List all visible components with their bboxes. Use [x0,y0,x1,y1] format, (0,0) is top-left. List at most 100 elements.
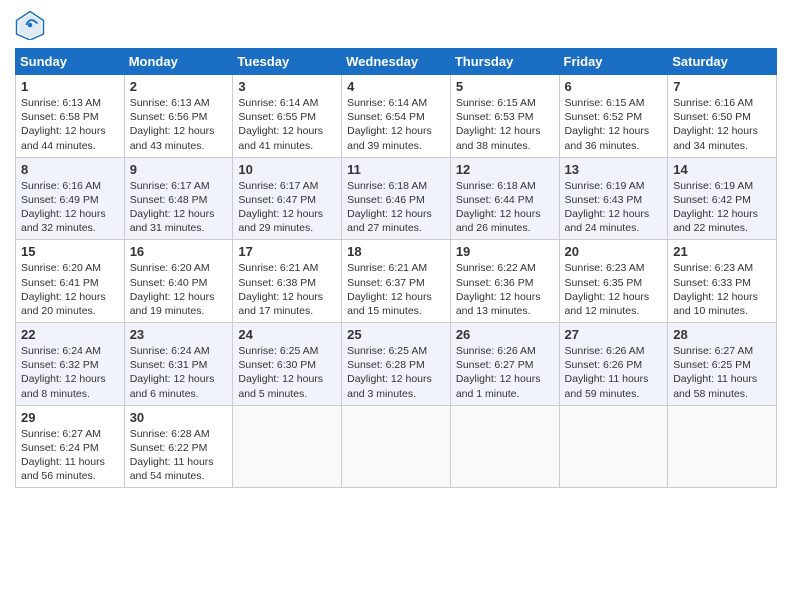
sunset-label: Sunset: 6:35 PM [565,277,643,289]
day-number: 6 [565,79,663,94]
day-number: 13 [565,162,663,177]
day-number: 3 [238,79,336,94]
daylight-label: Daylight: 12 hours and 3 minutes. [347,373,432,399]
logo-icon [15,10,45,40]
daylight-label: Daylight: 12 hours and 10 minutes. [673,291,758,317]
day-info: Sunrise: 6:20 AM Sunset: 6:41 PM Dayligh… [21,261,119,318]
sunrise-label: Sunrise: 6:14 AM [347,97,427,109]
day-info: Sunrise: 6:23 AM Sunset: 6:33 PM Dayligh… [673,261,771,318]
day-info: Sunrise: 6:13 AM Sunset: 6:58 PM Dayligh… [21,96,119,153]
day-number: 24 [238,327,336,342]
calendar-cell: 26 Sunrise: 6:26 AM Sunset: 6:27 PM Dayl… [450,323,559,406]
calendar-cell: 1 Sunrise: 6:13 AM Sunset: 6:58 PM Dayli… [16,75,125,158]
sunset-label: Sunset: 6:30 PM [238,359,316,371]
sunset-label: Sunset: 6:32 PM [21,359,99,371]
day-info: Sunrise: 6:27 AM Sunset: 6:24 PM Dayligh… [21,427,119,484]
day-info: Sunrise: 6:16 AM Sunset: 6:50 PM Dayligh… [673,96,771,153]
sunrise-label: Sunrise: 6:27 AM [21,428,101,440]
sunrise-label: Sunrise: 6:17 AM [130,180,210,192]
calendar-cell: 19 Sunrise: 6:22 AM Sunset: 6:36 PM Dayl… [450,240,559,323]
weekday-saturday: Saturday [668,49,777,75]
sunset-label: Sunset: 6:50 PM [673,111,751,123]
page-container: SundayMondayTuesdayWednesdayThursdayFrid… [0,0,792,493]
sunset-label: Sunset: 6:58 PM [21,111,99,123]
sunset-label: Sunset: 6:36 PM [456,277,534,289]
weekday-sunday: Sunday [16,49,125,75]
sunrise-label: Sunrise: 6:20 AM [21,262,101,274]
sunrise-label: Sunrise: 6:20 AM [130,262,210,274]
sunset-label: Sunset: 6:37 PM [347,277,425,289]
sunset-label: Sunset: 6:53 PM [456,111,534,123]
sunset-label: Sunset: 6:49 PM [21,194,99,206]
day-number: 4 [347,79,445,94]
day-info: Sunrise: 6:19 AM Sunset: 6:42 PM Dayligh… [673,179,771,236]
calendar-cell: 24 Sunrise: 6:25 AM Sunset: 6:30 PM Dayl… [233,323,342,406]
sunset-label: Sunset: 6:46 PM [347,194,425,206]
sunset-label: Sunset: 6:24 PM [21,442,99,454]
day-info: Sunrise: 6:20 AM Sunset: 6:40 PM Dayligh… [130,261,228,318]
daylight-label: Daylight: 12 hours and 29 minutes. [238,208,323,234]
sunset-label: Sunset: 6:55 PM [238,111,316,123]
calendar-cell: 18 Sunrise: 6:21 AM Sunset: 6:37 PM Dayl… [342,240,451,323]
daylight-label: Daylight: 12 hours and 8 minutes. [21,373,106,399]
calendar-cell: 7 Sunrise: 6:16 AM Sunset: 6:50 PM Dayli… [668,75,777,158]
daylight-label: Daylight: 12 hours and 15 minutes. [347,291,432,317]
day-info: Sunrise: 6:26 AM Sunset: 6:27 PM Dayligh… [456,344,554,401]
daylight-label: Daylight: 12 hours and 44 minutes. [21,125,106,151]
sunset-label: Sunset: 6:48 PM [130,194,208,206]
weekday-thursday: Thursday [450,49,559,75]
calendar-cell: 25 Sunrise: 6:25 AM Sunset: 6:28 PM Dayl… [342,323,451,406]
day-number: 5 [456,79,554,94]
sunrise-label: Sunrise: 6:16 AM [673,97,753,109]
sunrise-label: Sunrise: 6:18 AM [456,180,536,192]
day-info: Sunrise: 6:14 AM Sunset: 6:54 PM Dayligh… [347,96,445,153]
day-info: Sunrise: 6:26 AM Sunset: 6:26 PM Dayligh… [565,344,663,401]
day-info: Sunrise: 6:19 AM Sunset: 6:43 PM Dayligh… [565,179,663,236]
sunrise-label: Sunrise: 6:13 AM [21,97,101,109]
calendar-cell [342,405,451,488]
weekday-header-row: SundayMondayTuesdayWednesdayThursdayFrid… [16,49,777,75]
daylight-label: Daylight: 11 hours and 58 minutes. [673,373,757,399]
day-number: 9 [130,162,228,177]
daylight-label: Daylight: 12 hours and 34 minutes. [673,125,758,151]
day-info: Sunrise: 6:25 AM Sunset: 6:30 PM Dayligh… [238,344,336,401]
sunrise-label: Sunrise: 6:21 AM [347,262,427,274]
day-number: 20 [565,244,663,259]
calendar-cell: 5 Sunrise: 6:15 AM Sunset: 6:53 PM Dayli… [450,75,559,158]
header [15,10,777,40]
day-number: 12 [456,162,554,177]
calendar-cell: 17 Sunrise: 6:21 AM Sunset: 6:38 PM Dayl… [233,240,342,323]
day-number: 2 [130,79,228,94]
sunrise-label: Sunrise: 6:19 AM [565,180,645,192]
calendar-week-2: 8 Sunrise: 6:16 AM Sunset: 6:49 PM Dayli… [16,157,777,240]
sunrise-label: Sunrise: 6:18 AM [347,180,427,192]
daylight-label: Daylight: 12 hours and 6 minutes. [130,373,215,399]
weekday-monday: Monday [124,49,233,75]
sunrise-label: Sunrise: 6:26 AM [565,345,645,357]
daylight-label: Daylight: 12 hours and 26 minutes. [456,208,541,234]
daylight-label: Daylight: 12 hours and 43 minutes. [130,125,215,151]
calendar-cell: 11 Sunrise: 6:18 AM Sunset: 6:46 PM Dayl… [342,157,451,240]
sunrise-label: Sunrise: 6:21 AM [238,262,318,274]
day-number: 14 [673,162,771,177]
calendar-week-5: 29 Sunrise: 6:27 AM Sunset: 6:24 PM Dayl… [16,405,777,488]
day-number: 1 [21,79,119,94]
day-info: Sunrise: 6:15 AM Sunset: 6:52 PM Dayligh… [565,96,663,153]
sunrise-label: Sunrise: 6:24 AM [21,345,101,357]
day-number: 25 [347,327,445,342]
calendar-cell: 14 Sunrise: 6:19 AM Sunset: 6:42 PM Dayl… [668,157,777,240]
calendar-cell: 20 Sunrise: 6:23 AM Sunset: 6:35 PM Dayl… [559,240,668,323]
daylight-label: Daylight: 12 hours and 39 minutes. [347,125,432,151]
calendar-cell: 21 Sunrise: 6:23 AM Sunset: 6:33 PM Dayl… [668,240,777,323]
sunset-label: Sunset: 6:52 PM [565,111,643,123]
day-number: 7 [673,79,771,94]
sunset-label: Sunset: 6:33 PM [673,277,751,289]
sunset-label: Sunset: 6:31 PM [130,359,208,371]
day-number: 21 [673,244,771,259]
sunset-label: Sunset: 6:22 PM [130,442,208,454]
day-info: Sunrise: 6:16 AM Sunset: 6:49 PM Dayligh… [21,179,119,236]
sunset-label: Sunset: 6:26 PM [565,359,643,371]
sunrise-label: Sunrise: 6:25 AM [347,345,427,357]
calendar-cell: 29 Sunrise: 6:27 AM Sunset: 6:24 PM Dayl… [16,405,125,488]
sunrise-label: Sunrise: 6:22 AM [456,262,536,274]
